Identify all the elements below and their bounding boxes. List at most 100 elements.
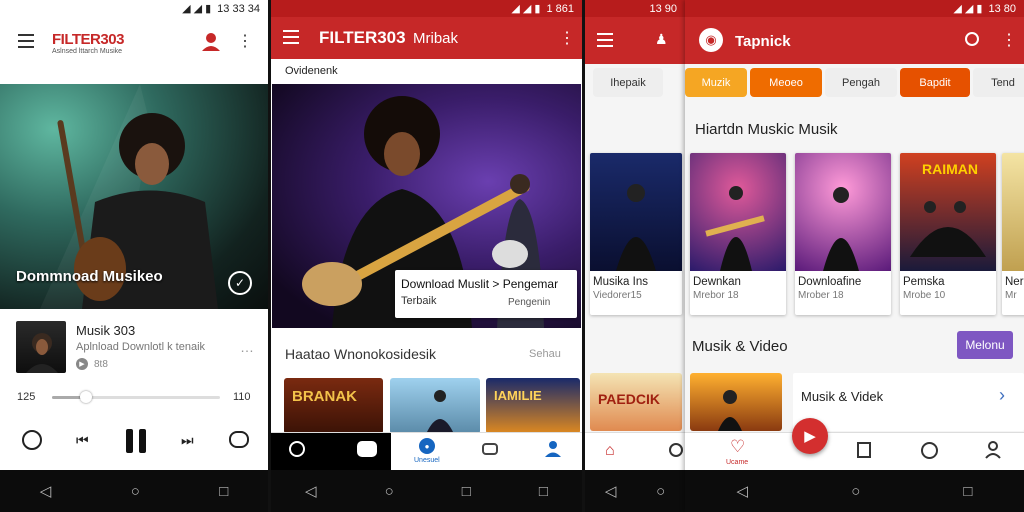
more-vert-icon[interactable]: ⋮ (559, 28, 575, 48)
home-icon[interactable]: ○ (385, 483, 394, 500)
list-header: Haatao Wnonokosidesik (285, 346, 436, 362)
home-icon[interactable]: ○ (656, 483, 665, 500)
app-bar: FILTER303 Mribak ⋮ (271, 17, 582, 59)
progress-end: 110 (233, 391, 251, 403)
system-nav-bar: ◁ ○ □ □ (271, 470, 582, 512)
seek-bar-knob[interactable] (79, 391, 92, 403)
home-tab-active[interactable] (271, 433, 391, 471)
app-title: FILTER303 (52, 31, 124, 48)
more-vert-icon[interactable]: ⋮ (1001, 30, 1017, 50)
home-icon[interactable]: ○ (131, 483, 140, 500)
home-icon[interactable]: ○ (851, 483, 860, 500)
chip[interactable]: Bapdit (900, 68, 970, 97)
card-meta: Mr (1005, 290, 1017, 301)
album-card[interactable]: RAIMAN Pemska Mrobe 10 (900, 153, 996, 315)
chat-icon[interactable] (229, 431, 249, 448)
album-card[interactable]: Downloafine Mrober 18 (795, 153, 891, 315)
chip[interactable]: Ihepaik (593, 68, 663, 97)
system-nav-bar: ◁ ○ □ (685, 470, 1024, 512)
chip[interactable]: Muzik (685, 68, 747, 97)
chip[interactable]: Pengah (825, 68, 897, 97)
menu-icon[interactable] (597, 33, 613, 47)
list-item[interactable]: Musik & Videk › (793, 373, 1024, 431)
library-icon[interactable]: ● (419, 438, 435, 454)
play-icon[interactable]: ▶ (792, 418, 828, 454)
app-bar: FILTER303 Aslnsed lttarch Musike ⋮ (0, 17, 268, 67)
skip-next-icon[interactable]: ⏭ (181, 432, 194, 449)
track-meta: 8t8 (94, 359, 108, 370)
person-icon[interactable] (984, 441, 1002, 464)
recents-icon[interactable]: □ (539, 483, 548, 500)
menu-icon[interactable] (283, 30, 299, 44)
screen-browse-back: 13 90 ♟ Ihepaik Musika Ins Viedorer15 PA… (585, 0, 685, 512)
album-card[interactable]: Musika Ins Viedorer15 (590, 153, 682, 315)
person-icon[interactable]: ♟ (655, 31, 668, 48)
more-horiz-icon[interactable]: … (240, 339, 254, 355)
signal-icons: ◢ ◢ ▮ (953, 3, 983, 15)
card-meta: Viedorer15 (593, 290, 642, 301)
screen-player: ◢ ◢ ▮ 13 33 34 FILTER303 Aslnsed lttarch … (0, 0, 268, 512)
album-thumb[interactable]: IAMILIE (486, 378, 580, 434)
overlay-right: Pengenin (508, 297, 551, 308)
favorite-icon[interactable]: ♡ (730, 437, 745, 457)
thumb-text: BRANAK (292, 388, 357, 405)
app-subtitle: Mribak (413, 30, 459, 47)
thumb-text: PAEDCIK (598, 391, 660, 407)
overlay-title: Download Muslit > Pengemar (401, 277, 559, 291)
system-nav-bar: ◁ ○ □ (0, 470, 268, 512)
recents-icon[interactable]: □ (462, 483, 471, 500)
section-label: Ovidenenk (285, 65, 338, 77)
back-icon[interactable]: ◁ (305, 482, 317, 500)
chevron-right-icon[interactable]: › (999, 385, 1005, 406)
account-icon[interactable] (198, 29, 224, 55)
menu-icon[interactable] (14, 31, 38, 51)
search-icon[interactable] (965, 32, 979, 46)
status-time: 13 80 (988, 2, 1016, 15)
section2-title: Musik & Video (692, 338, 788, 355)
card-title: Dewnkan (693, 276, 741, 288)
card-meta: Mrebor 18 (693, 290, 739, 301)
status-time: 13 33 34 (217, 2, 260, 15)
app-bar: ♟ (585, 17, 685, 64)
album-thumb[interactable]: PAEDCIK (590, 373, 682, 431)
link-icon[interactable] (482, 443, 498, 455)
card-meta: Mrobe 10 (903, 290, 946, 301)
poster-text: RAIMAN (922, 161, 978, 177)
card-title: Ner (1005, 276, 1024, 288)
see-all-link[interactable]: Sehau (529, 348, 561, 360)
featured-overlay[interactable]: Download Muslit > Pengemar Terbaik Penge… (395, 270, 577, 318)
chip[interactable]: Tend (973, 68, 1024, 97)
seek-bar[interactable] (52, 391, 220, 403)
bottom-nav: ♡ Ucame ▶ (685, 418, 1024, 470)
album-thumb[interactable] (390, 378, 480, 434)
queue-icon[interactable] (857, 442, 871, 458)
status-time: 1 861 (546, 2, 574, 15)
pause-icon[interactable] (126, 429, 148, 453)
app-bar: ◉ Tapnick ⋮ (685, 17, 1024, 64)
repeat-icon[interactable] (22, 430, 42, 450)
person-icon[interactable] (544, 440, 562, 463)
back-icon[interactable]: ◁ (605, 482, 617, 500)
player-controls: ⏮ ⏭ (0, 425, 268, 455)
app-title: FILTER303 (319, 28, 406, 47)
chip[interactable]: Meoeo (750, 68, 822, 97)
home-icon[interactable]: ⌂ (605, 442, 615, 460)
back-icon[interactable]: ◁ (40, 482, 52, 500)
album-thumb[interactable]: BRANAK (284, 378, 383, 434)
section2-button[interactable]: Melonu (957, 331, 1013, 359)
more-vert-icon[interactable]: ⋮ (237, 31, 253, 51)
now-playing[interactable]: Musik 303 Aplnload Downlotl k tenaik ▶ 8… (0, 309, 268, 387)
album-card[interactable]: Ner Mr (1002, 153, 1024, 315)
back-icon[interactable]: ◁ (737, 482, 749, 500)
check-circle-icon[interactable]: ✓ (228, 271, 252, 295)
album-card[interactable]: Dewnkan Mrebor 18 (690, 153, 786, 315)
search-icon[interactable] (669, 443, 683, 457)
hero-image[interactable]: Dommnoad Musikeo ✓ (0, 84, 268, 309)
skip-previous-icon[interactable]: ⏮ (76, 432, 89, 449)
list-item-label: Musik & Videk (801, 389, 884, 404)
album-thumb[interactable] (690, 373, 782, 431)
recents-icon[interactable]: □ (219, 483, 228, 500)
recents-icon[interactable]: □ (963, 483, 972, 500)
thumb-text: IAMILIE (494, 388, 542, 403)
clock-icon[interactable] (921, 442, 938, 459)
